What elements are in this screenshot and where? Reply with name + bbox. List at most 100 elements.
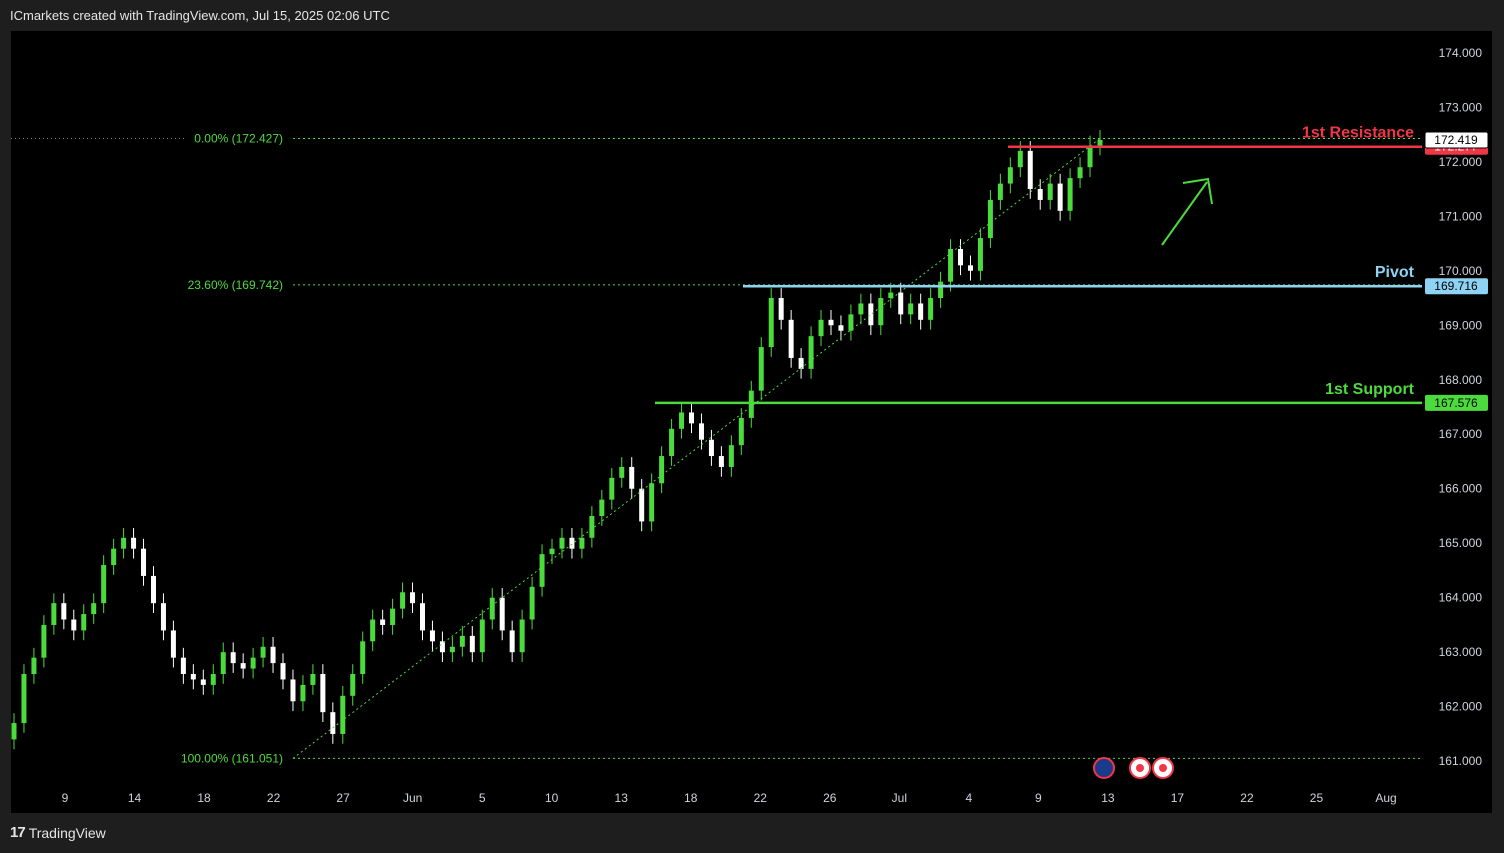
candle-body bbox=[180, 657, 186, 675]
candle-body bbox=[509, 630, 515, 653]
candle-body bbox=[649, 483, 655, 522]
fib-level-label: 100.00% (161.051) bbox=[181, 751, 283, 765]
time-axis-background bbox=[11, 783, 1492, 813]
price-chart[interactable]: 0.00% (172.427) 23.60% (169.742) 100.00% (… bbox=[0, 0, 1504, 853]
time-tick-label: 9 bbox=[1035, 791, 1042, 805]
candle-body bbox=[1037, 189, 1043, 200]
time-tick-label: 13 bbox=[615, 791, 629, 805]
candle-body bbox=[290, 679, 296, 702]
time-tick-label: 13 bbox=[1101, 791, 1115, 805]
candle-body bbox=[938, 281, 944, 299]
candle-body bbox=[210, 674, 216, 685]
price-tick-label: 172.000 bbox=[1439, 155, 1483, 169]
candle-body bbox=[539, 554, 545, 587]
candle-body bbox=[529, 586, 535, 620]
support-price-text: 167.576 bbox=[1434, 396, 1478, 410]
time-tick-label: 9 bbox=[62, 791, 69, 805]
candle-body bbox=[370, 619, 376, 642]
candle-body bbox=[449, 646, 455, 653]
candle-body bbox=[609, 477, 615, 500]
economic-event-icon[interactable] bbox=[1093, 757, 1115, 779]
candle-body bbox=[987, 199, 993, 239]
event-markers[interactable] bbox=[1093, 757, 1174, 779]
price-tick-label: 169.000 bbox=[1439, 318, 1483, 332]
time-tick-label: 22 bbox=[1240, 791, 1254, 805]
time-tick-label: Aug bbox=[1375, 791, 1396, 805]
time-tick-label: 4 bbox=[965, 791, 972, 805]
candle-body bbox=[1017, 150, 1023, 168]
candle-body bbox=[390, 608, 396, 625]
resistance-label: 1st Resistance bbox=[1302, 125, 1414, 142]
candle-body bbox=[898, 292, 904, 315]
candle-body bbox=[619, 466, 625, 478]
candle-body bbox=[81, 614, 87, 631]
candle-body bbox=[330, 712, 336, 734]
time-tick-label: 27 bbox=[336, 791, 350, 805]
time-tick-label: 10 bbox=[545, 791, 559, 805]
footer-brand-label: TradingView bbox=[28, 824, 106, 841]
candle-body bbox=[91, 603, 97, 615]
candle-body bbox=[101, 565, 107, 604]
candle-body bbox=[71, 619, 77, 631]
candle-body bbox=[1047, 183, 1053, 200]
support-label: 1st Support bbox=[1325, 381, 1415, 398]
candle-body bbox=[997, 183, 1003, 200]
candle-body bbox=[1077, 167, 1083, 179]
candle-body bbox=[300, 684, 306, 702]
candle-body bbox=[1027, 150, 1033, 190]
candle-body bbox=[170, 630, 176, 658]
candle-body bbox=[838, 325, 844, 331]
candle-body bbox=[818, 319, 824, 337]
candle-body bbox=[549, 548, 555, 555]
price-tick-label: 168.000 bbox=[1439, 373, 1483, 387]
candle-body bbox=[589, 515, 595, 538]
candle-body bbox=[689, 412, 695, 424]
candle-body bbox=[569, 537, 575, 549]
candle-body bbox=[718, 456, 724, 467]
time-tick-label: 22 bbox=[754, 791, 768, 805]
fib-level-label: 0.00% (172.427) bbox=[194, 132, 283, 146]
candle-body bbox=[708, 439, 714, 457]
candle-body bbox=[350, 674, 356, 696]
candle-body bbox=[260, 646, 266, 658]
candle-body bbox=[669, 428, 675, 457]
candle-body bbox=[868, 303, 874, 326]
candle-body bbox=[410, 592, 416, 604]
candle-body bbox=[439, 641, 445, 653]
price-tick-label: 165.000 bbox=[1439, 536, 1483, 550]
candle-body bbox=[958, 248, 964, 266]
candle-body bbox=[1067, 178, 1073, 211]
candle-body bbox=[320, 674, 326, 713]
candle-body bbox=[808, 336, 814, 369]
candle-body bbox=[948, 248, 954, 282]
candle-body bbox=[967, 265, 973, 271]
candle-body bbox=[748, 390, 754, 418]
dividend-event-dot bbox=[1136, 764, 1144, 772]
candle-body bbox=[928, 298, 934, 320]
candle-body bbox=[429, 630, 435, 642]
candle-body bbox=[250, 657, 256, 669]
candle-body bbox=[190, 674, 196, 680]
candle-body bbox=[230, 652, 236, 664]
candle-body bbox=[659, 456, 665, 484]
candle-body bbox=[141, 548, 147, 576]
time-tick-label: 26 bbox=[823, 791, 837, 805]
candle-body bbox=[340, 695, 346, 734]
candle-body bbox=[778, 298, 784, 320]
candle-body bbox=[380, 619, 386, 625]
time-tick-label: 5 bbox=[479, 791, 486, 805]
candle-body bbox=[679, 412, 685, 429]
time-tick-label: 14 bbox=[128, 791, 142, 805]
candle-body bbox=[11, 723, 17, 740]
current-price-text: 172.419 bbox=[1434, 133, 1478, 147]
candle-body bbox=[698, 423, 704, 440]
candle-body bbox=[888, 292, 894, 299]
candle-body bbox=[121, 537, 127, 549]
candle-body bbox=[908, 303, 914, 315]
candle-body bbox=[21, 674, 27, 724]
price-tick-label: 173.000 bbox=[1439, 100, 1483, 114]
price-tick-label: 167.000 bbox=[1439, 427, 1483, 441]
footer-brand[interactable]: 17 TradingView bbox=[10, 824, 106, 841]
candle-body bbox=[579, 537, 585, 549]
candle-body bbox=[639, 488, 645, 522]
